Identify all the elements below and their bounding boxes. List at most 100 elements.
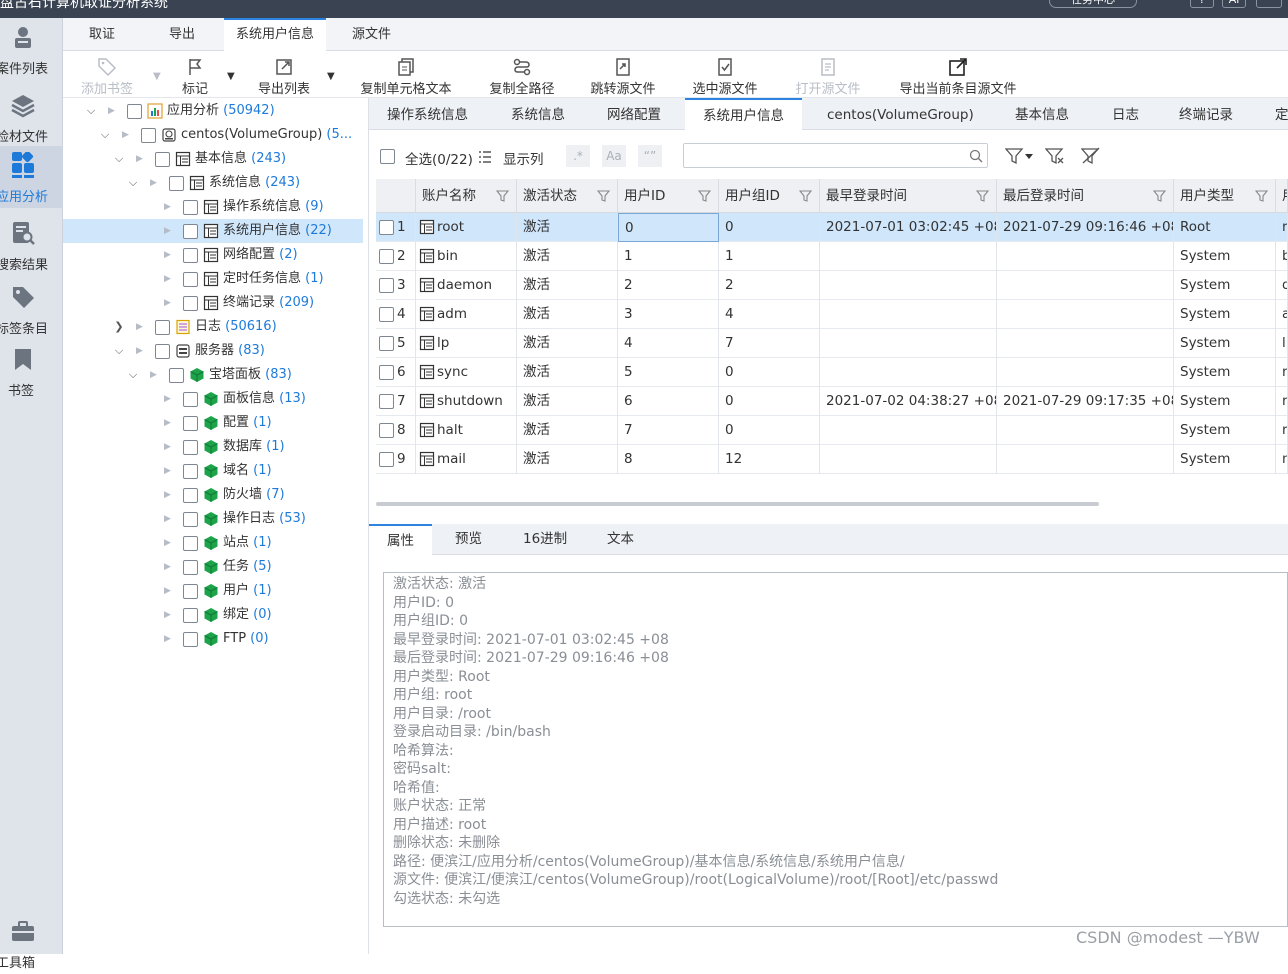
- table-row[interactable]: 4 adm 激活 3 4 System ac: [376, 300, 1288, 329]
- column-filter-icon[interactable]: [976, 189, 990, 203]
- tree-checkbox[interactable]: [183, 200, 198, 215]
- mark-button[interactable]: 标记 ▼: [173, 51, 235, 98]
- tree-node[interactable]: ▶ 操作日志 (53): [63, 507, 368, 531]
- cell-user-type[interactable]: System: [1174, 387, 1276, 416]
- tree-checkbox[interactable]: [155, 320, 170, 335]
- cell-more[interactable]: ro: [1276, 358, 1288, 387]
- cell-account-name[interactable]: halt: [416, 416, 517, 445]
- tree-node[interactable]: ▶ 数据库 (1): [63, 435, 368, 459]
- task-center-button[interactable]: 任务中心: [1049, 0, 1137, 8]
- nav-bookmarks[interactable]: 书签: [0, 340, 63, 402]
- cell-user-id[interactable]: 2: [618, 271, 719, 300]
- tab-system-user-info-view[interactable]: 系统用户信息: [685, 98, 802, 130]
- row-checkbox[interactable]: [379, 452, 394, 467]
- filter-dropdown-icon[interactable]: [1005, 147, 1035, 165]
- cell-first-login[interactable]: [820, 358, 997, 387]
- tree-node[interactable]: ❯ ▶ 日志 (50616): [63, 315, 368, 339]
- chevron-down-icon[interactable]: ⌵: [113, 339, 125, 363]
- tree-node[interactable]: ▶ 配置 (1): [63, 411, 368, 435]
- header-col-first-login[interactable]: 最早登录时间: [820, 179, 997, 213]
- cell-last-login[interactable]: [997, 271, 1174, 300]
- add-bookmark-button[interactable]: 添加书签 ▼: [77, 51, 161, 98]
- table-row[interactable]: 9 mail 激活 8 12 System m: [376, 445, 1288, 474]
- cell-user-id[interactable]: 3: [618, 300, 719, 329]
- case-toggle[interactable]: Aa: [602, 145, 626, 167]
- tab-system-info[interactable]: 系统信息: [493, 98, 583, 130]
- tree-checkbox[interactable]: [183, 296, 198, 311]
- column-filter-icon[interactable]: [597, 189, 611, 203]
- tree-node[interactable]: ▶ 防火墙 (7): [63, 483, 368, 507]
- table-row[interactable]: 5 lp 激活 4 7 System lp: [376, 329, 1288, 358]
- tree-node[interactable]: ▶ 终端记录 (209): [63, 291, 368, 315]
- cell-first-login[interactable]: [820, 271, 997, 300]
- cell-last-login[interactable]: [997, 445, 1174, 474]
- tree-node[interactable]: ⌵ ▶ 应用分析 (50942): [63, 99, 368, 123]
- open-source-file-button[interactable]: 打开源文件: [791, 51, 865, 98]
- tree-node[interactable]: ▶ 操作系统信息 (9): [63, 195, 368, 219]
- tree-checkbox[interactable]: [183, 272, 198, 287]
- chevron-right-icon[interactable]: ❯: [113, 315, 125, 339]
- tree-checkbox[interactable]: [183, 488, 198, 503]
- nav-tag-entries[interactable]: 标签条目: [0, 278, 63, 340]
- cell-first-login[interactable]: [820, 300, 997, 329]
- chevron-down-icon[interactable]: ▼: [153, 71, 161, 82]
- tab-forensics[interactable]: 取证: [77, 18, 127, 51]
- cell-user-id[interactable]: 0: [618, 213, 719, 242]
- column-filter-icon[interactable]: [496, 189, 510, 203]
- nav-app-analysis[interactable]: 应用分析: [0, 146, 63, 208]
- tab-properties[interactable]: 属性: [369, 524, 432, 555]
- cell-first-login[interactable]: [820, 329, 997, 358]
- cell-first-login[interactable]: 2021-07-01 03:02:45 +08: [820, 213, 997, 242]
- tree-node[interactable]: ⌵ ▶ 宝塔面板 (83): [63, 363, 368, 387]
- tree-checkbox[interactable]: [183, 392, 198, 407]
- filter-clear-icon[interactable]: [1045, 147, 1065, 165]
- nav-toolbox[interactable]: 工具箱: [0, 912, 63, 974]
- column-filter-icon[interactable]: [799, 189, 813, 203]
- header-col-user-type[interactable]: 用户类型: [1174, 179, 1276, 213]
- copy-cell-text-button[interactable]: 复制单元格文本: [356, 51, 456, 98]
- cell-more[interactable]: bi: [1276, 242, 1288, 271]
- table-row[interactable]: 6 sync 激活 5 0 System ro: [376, 358, 1288, 387]
- tree-checkbox[interactable]: [183, 512, 198, 527]
- column-filter-icon[interactable]: [1153, 189, 1167, 203]
- tree-node[interactable]: ▶ 定时任务信息 (1): [63, 267, 368, 291]
- cell-more[interactable]: da: [1276, 271, 1288, 300]
- cell-user-type[interactable]: System: [1174, 358, 1276, 387]
- header-col-account-name[interactable]: 账户名称: [416, 179, 517, 213]
- cell-active-status[interactable]: 激活: [517, 416, 618, 445]
- tree-checkbox[interactable]: [183, 584, 198, 599]
- cell-active-status[interactable]: 激活: [517, 329, 618, 358]
- cell-account-name[interactable]: sync: [416, 358, 517, 387]
- row-checkbox[interactable]: [379, 394, 394, 409]
- tree-node[interactable]: ▶ 网络配置 (2): [63, 243, 368, 267]
- cell-account-name[interactable]: root: [416, 213, 517, 242]
- table-row[interactable]: 1 root 激活 0 0 2021-07-01 03:02:45 +08 2021-07-…: [376, 213, 1288, 242]
- chevron-down-icon[interactable]: ⌵: [99, 123, 111, 147]
- cell-last-login[interactable]: [997, 242, 1174, 271]
- cell-user-id[interactable]: 8: [618, 445, 719, 474]
- cell-active-status[interactable]: 激活: [517, 358, 618, 387]
- tree-node[interactable]: ▶ FTP (0): [63, 627, 368, 651]
- cell-user-id[interactable]: 4: [618, 329, 719, 358]
- tab-preview[interactable]: 预览: [437, 524, 500, 555]
- table-row[interactable]: 3 daemon 激活 2 2 System da: [376, 271, 1288, 300]
- cell-group-id[interactable]: 0: [719, 387, 820, 416]
- nav-evidence-files[interactable]: 检材文件: [0, 86, 63, 148]
- cell-account-name[interactable]: daemon: [416, 271, 517, 300]
- cell-last-login[interactable]: 2021-07-29 09:16:46 +08: [997, 213, 1174, 242]
- cell-active-status[interactable]: 激活: [517, 387, 618, 416]
- cell-group-id[interactable]: 0: [719, 358, 820, 387]
- tab-network-config[interactable]: 网络配置: [589, 98, 679, 130]
- tree-checkbox[interactable]: [169, 176, 184, 191]
- cell-last-login[interactable]: 2021-07-29 09:17:35 +08: [997, 387, 1174, 416]
- tree-checkbox[interactable]: [183, 464, 198, 479]
- cell-group-id[interactable]: 4: [719, 300, 820, 329]
- display-columns-button[interactable]: 显示列: [503, 148, 544, 168]
- table-row[interactable]: 7 shutdown 激活 6 0 2021-07-02 04:38:27 +08 2021…: [376, 387, 1288, 416]
- cell-group-id[interactable]: 7: [719, 329, 820, 358]
- column-filter-icon[interactable]: [1255, 189, 1269, 203]
- tree-checkbox[interactable]: [155, 344, 170, 359]
- header-col-last-login[interactable]: 最后登录时间: [997, 179, 1174, 213]
- help-button[interactable]: ?: [1190, 0, 1214, 8]
- cell-first-login[interactable]: 2021-07-02 04:38:27 +08: [820, 387, 997, 416]
